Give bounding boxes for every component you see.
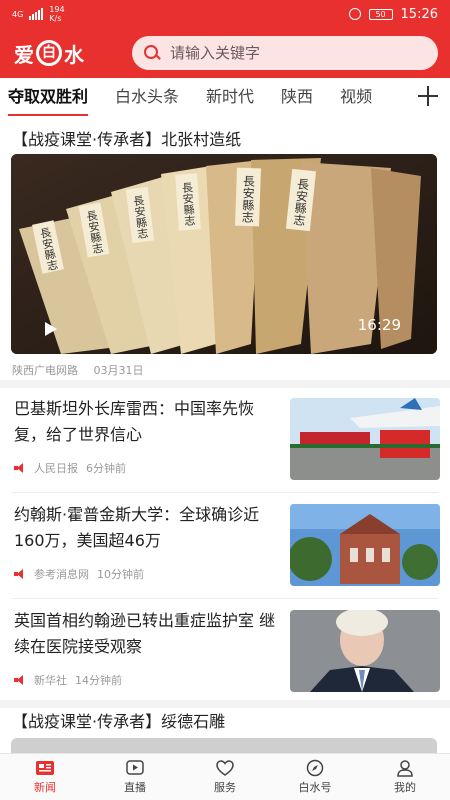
news-time: 6分钟前 xyxy=(86,462,126,475)
add-channel-icon[interactable] xyxy=(418,86,438,106)
item-divider xyxy=(12,492,438,493)
tab-baishui-headlines[interactable]: 白水头条 xyxy=(115,78,179,118)
section-divider xyxy=(0,700,450,708)
signal-icon xyxy=(29,8,44,20)
compass-icon xyxy=(305,759,325,777)
news-item[interactable]: 英国首相约翰逊已转出重症监护室 继续在医院接受观察 新华社 14分钟前 xyxy=(0,600,450,700)
speaker-icon[interactable] xyxy=(14,675,26,685)
net-speed: 194 K/s xyxy=(49,5,64,23)
nav-label: 直播 xyxy=(124,781,146,794)
news-time: 10分钟前 xyxy=(97,568,144,581)
news-source: 人民日报 xyxy=(34,462,78,475)
status-bar: 4G 194 K/s 50 15:26 xyxy=(0,0,450,28)
news-meta: 人民日报 6分钟前 xyxy=(14,460,126,476)
logo-text-left: 爱 xyxy=(14,42,34,67)
section-divider xyxy=(0,380,450,388)
video-title[interactable]: 【战疫课堂·传承者】北张村造纸 xyxy=(12,126,241,150)
news-icon xyxy=(35,759,55,777)
nav-label: 我的 xyxy=(394,781,416,794)
news-title: 巴基斯坦外长库雷西：中国率先恢复，给了世界信心 xyxy=(14,399,255,444)
video-date: 03月31日 xyxy=(93,364,144,377)
logo-text-right: 水 xyxy=(64,42,84,67)
item-divider xyxy=(12,598,438,599)
bottom-nav: 新闻 直播 服务 白水号 我的 xyxy=(0,753,450,800)
network-label: 4G xyxy=(12,9,24,19)
search-bar[interactable] xyxy=(132,36,438,70)
news-source: 新华社 xyxy=(34,674,67,687)
book-label-5: 長安縣志 xyxy=(240,174,256,223)
tab-video[interactable]: 视频 xyxy=(340,78,372,118)
nav-news[interactable]: 新闻 xyxy=(0,754,90,800)
app-logo[interactable]: 爱 白 水 xyxy=(14,36,114,70)
news-thumbnail xyxy=(290,398,440,480)
news-item[interactable]: 约翰斯·霍普金斯大学：全球确诊近160万，美国超46万 参考消息网 10分钟前 xyxy=(0,494,450,594)
nav-label: 服务 xyxy=(214,781,236,794)
speaker-icon[interactable] xyxy=(14,569,26,579)
video-duration: 16:29 xyxy=(357,316,401,334)
nav-label: 新闻 xyxy=(34,781,56,794)
battery-icon: 50 xyxy=(368,8,393,20)
clock: 15:26 xyxy=(400,6,438,22)
news-title: 英国首相约翰逊已转出重症监护室 继续在医院接受观察 xyxy=(14,611,276,656)
news-item[interactable]: 巴基斯坦外长库雷西：中国率先恢复，给了世界信心 人民日报 6分钟前 xyxy=(0,388,450,488)
video-thumbnail[interactable] xyxy=(11,738,437,753)
nav-label: 白水号 xyxy=(298,781,332,794)
live-icon xyxy=(125,759,145,777)
search-input[interactable] xyxy=(170,44,410,62)
nav-live[interactable]: 直播 xyxy=(90,754,180,800)
video-thumbnail[interactable]: 長安縣志 長安縣志 長安縣志 長安縣志 長安縣志 長安縣志 16:29 xyxy=(11,154,437,354)
nav-mine[interactable]: 我的 xyxy=(360,754,450,800)
news-feed: 【战疫课堂·传承者】北张村造纸 長安縣志 長安縣志 長安縣志 長安縣志 長安縣志… xyxy=(0,118,450,753)
service-icon xyxy=(215,759,235,777)
net-speed-unit: K/s xyxy=(49,14,62,23)
alarm-icon xyxy=(348,8,361,20)
video-source: 陕西广电网路 xyxy=(12,364,78,377)
news-thumbnail xyxy=(290,610,440,692)
news-title: 约翰斯·霍普金斯大学：全球确诊近160万，美国超46万 xyxy=(14,505,260,550)
tab-fight-epidemic[interactable]: 夺取双胜利 xyxy=(8,78,89,118)
tab-shaanxi[interactable]: 陕西 xyxy=(281,78,313,118)
news-time: 14分钟前 xyxy=(75,674,122,687)
user-icon xyxy=(395,759,415,777)
tab-new-era[interactable]: 新时代 xyxy=(206,78,254,118)
video-title[interactable]: 【战疫课堂·传承者】绥德石雕 xyxy=(12,708,225,732)
play-icon[interactable] xyxy=(45,322,57,336)
nav-baishui-account[interactable]: 白水号 xyxy=(270,754,360,800)
app-header: 爱 白 水 xyxy=(0,28,450,78)
net-speed-value: 194 xyxy=(49,5,65,14)
news-meta: 参考消息网 10分钟前 xyxy=(14,566,144,582)
search-icon xyxy=(144,45,160,61)
news-thumbnail xyxy=(290,504,440,586)
nav-service[interactable]: 服务 xyxy=(180,754,270,800)
logo-text-circle: 白 xyxy=(36,40,62,66)
speaker-icon[interactable] xyxy=(14,463,26,473)
news-meta: 新华社 14分钟前 xyxy=(14,672,122,688)
news-source: 参考消息网 xyxy=(34,568,89,581)
channel-tabs: 夺取双胜利 白水头条 新时代 陕西 视频 xyxy=(0,78,450,118)
video-meta: 陕西广电网路 03月31日 xyxy=(12,362,156,378)
